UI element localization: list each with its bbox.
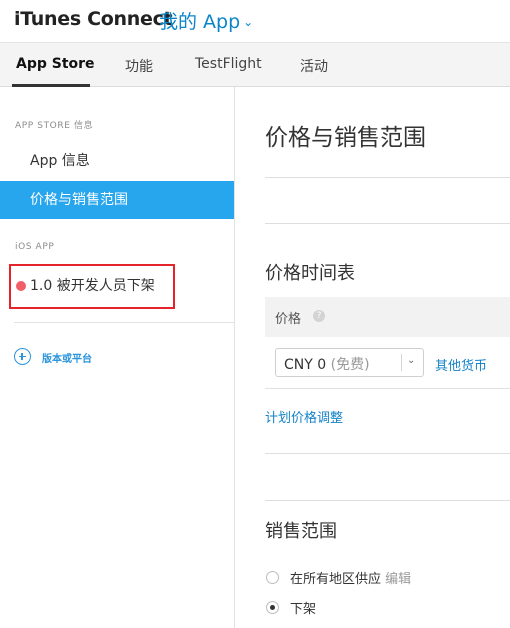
price-select[interactable]: CNY 0 (免费) ⌄ <box>275 348 424 377</box>
tab-app-store[interactable]: App Store <box>16 56 95 72</box>
tab-activity[interactable]: 活动 <box>300 56 328 76</box>
tab-bar: App Store 功能 TestFlight 活动 <box>0 42 510 87</box>
price-column-label: 价格 <box>275 312 302 327</box>
price-note: (免费) <box>330 357 370 373</box>
radio-remove-from-sale[interactable] <box>266 601 279 614</box>
divider <box>265 177 510 178</box>
sidebar-divider <box>14 322 234 323</box>
sidebar-section-ios: iOS APP <box>15 242 55 252</box>
sidebar: APP STORE 信息 App 信息 价格与销售范围 iOS APP <box>0 87 235 628</box>
divider <box>265 453 510 454</box>
status-dot-icon <box>16 281 26 291</box>
select-divider <box>401 354 402 371</box>
availability-title: 销售范围 <box>265 521 337 542</box>
top-bar: iTunes Connect 我的 App ⌄ <box>0 0 510 42</box>
page-title: 价格与销售范围 <box>265 125 426 151</box>
help-icon[interactable]: ? <box>313 310 325 322</box>
chevron-down-icon: ⌄ <box>407 355 416 366</box>
main-content: 价格与销售范围 价格时间表 价格 ? CNY 0 (免费) ⌄ 其他货币 计划价… <box>235 87 510 628</box>
radio-all-territories[interactable] <box>266 571 279 584</box>
sidebar-item-version[interactable]: 1.0 被开发人员下架 <box>30 275 155 295</box>
my-apps-label: 我的 App <box>159 11 241 33</box>
sidebar-item-app-info[interactable]: App 信息 <box>0 142 234 180</box>
option-all-label: 在所有地区供应 <box>290 572 382 587</box>
divider <box>265 223 510 224</box>
tab-features[interactable]: 功能 <box>125 56 153 76</box>
price-value: CNY 0 <box>284 357 327 373</box>
price-row: CNY 0 (免费) ⌄ 其他货币 <box>265 337 510 389</box>
edit-link[interactable]: 编辑 <box>385 572 411 587</box>
brand-title[interactable]: iTunes Connect <box>14 8 173 30</box>
add-version-label: 版本或平台 <box>42 354 92 365</box>
chevron-down-icon: ⌄ <box>243 15 254 29</box>
price-schedule-title: 价格时间表 <box>265 263 355 284</box>
my-apps-menu[interactable]: 我的 App ⌄ <box>159 7 253 34</box>
plus-circle-icon <box>14 348 31 365</box>
price-table-header: 价格 ? <box>265 297 510 337</box>
sidebar-item-pricing[interactable]: 价格与销售范围 <box>0 181 234 219</box>
radio-remove-from-sale-label[interactable]: 下架 <box>290 598 316 617</box>
price-select-value: CNY 0 (免费) <box>284 354 370 374</box>
other-currencies-link[interactable]: 其他货币 <box>435 355 487 374</box>
tab-testflight[interactable]: TestFlight <box>195 56 262 72</box>
sidebar-section-app-store: APP STORE 信息 <box>15 121 94 131</box>
divider <box>265 500 510 501</box>
radio-all-territories-label[interactable]: 在所有地区供应 编辑 <box>290 568 411 587</box>
plan-price-adjustment-link[interactable]: 计划价格调整 <box>265 407 343 426</box>
